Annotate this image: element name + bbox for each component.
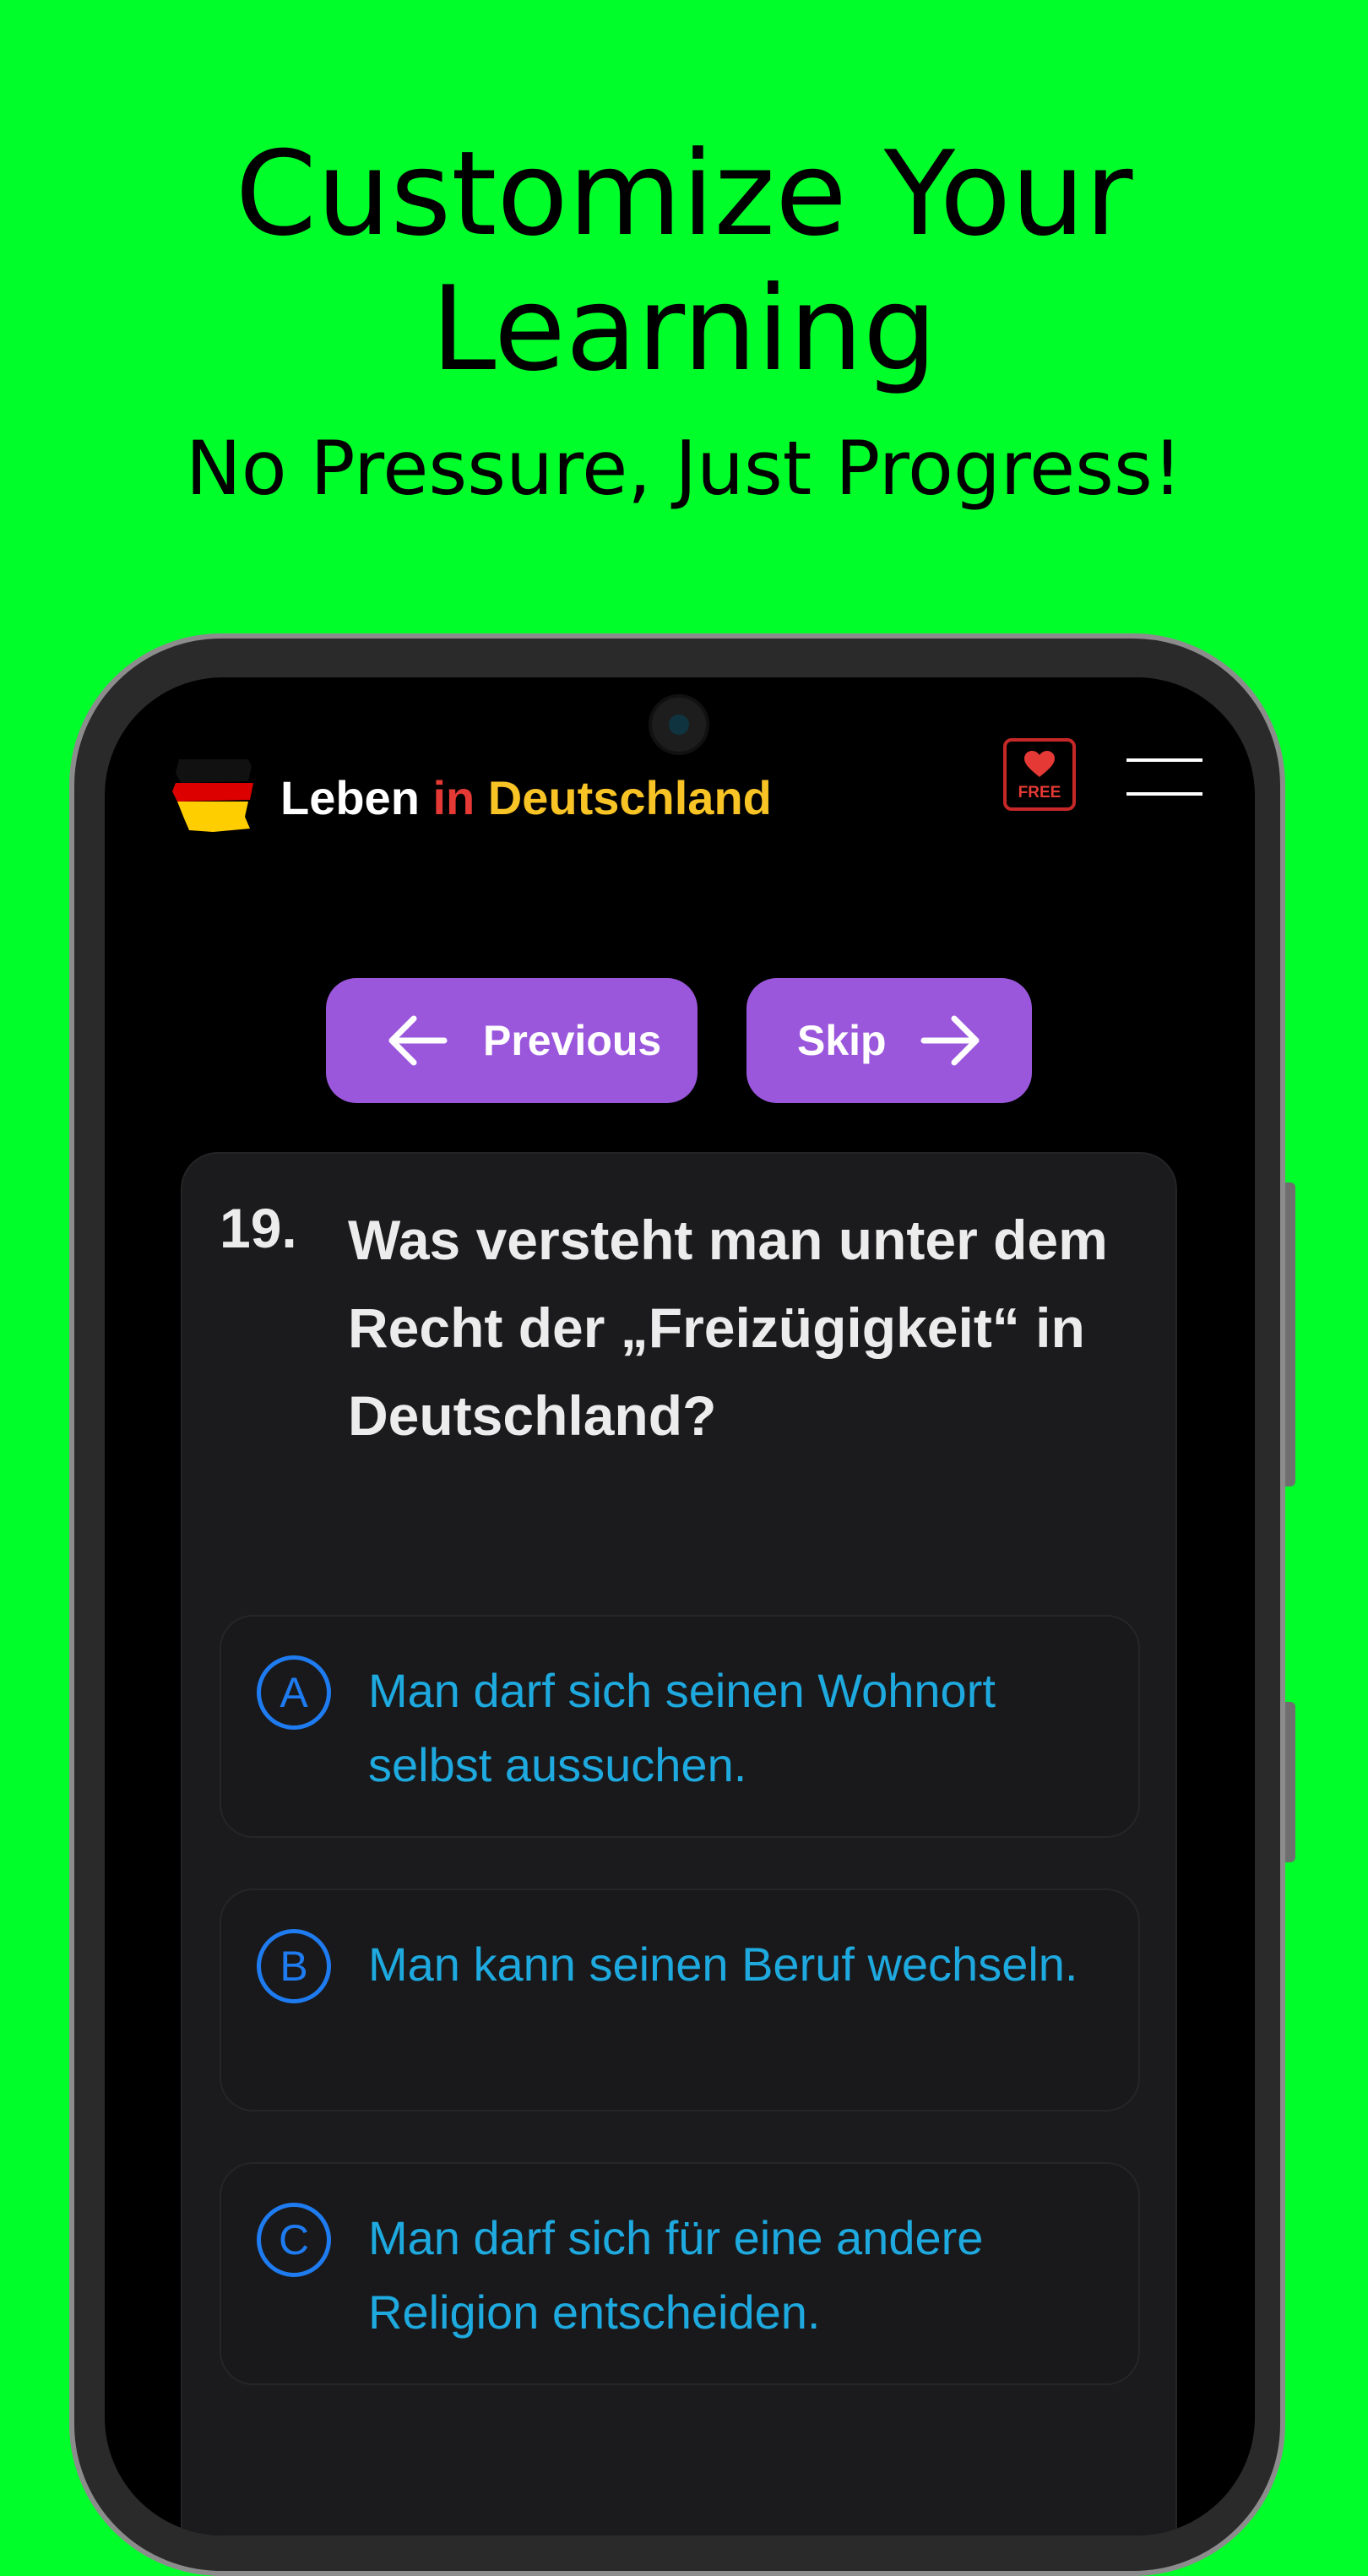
question-card: 19. Was versteht man unter dem Recht der… bbox=[181, 1152, 1177, 2535]
promo-title: Customize Your Learning bbox=[0, 127, 1368, 397]
phone-side-button bbox=[1285, 1702, 1295, 1862]
answer-text: Man darf sich seinen Wohnort selbst auss… bbox=[368, 1664, 996, 1791]
arrow-right-icon bbox=[920, 1015, 980, 1066]
free-badge-button[interactable]: FREE bbox=[1003, 738, 1076, 811]
previous-button-label: Previous bbox=[483, 1017, 662, 1064]
answer-letter-badge: C bbox=[257, 2203, 331, 2277]
app-title: Leben in Deutschland bbox=[280, 770, 772, 825]
skip-button-label: Skip bbox=[797, 1017, 887, 1064]
heart-icon bbox=[1024, 751, 1055, 777]
answer-letter-badge: A bbox=[257, 1655, 331, 1730]
answer-option-b[interactable]: B Man kann seinen Beruf wechseln. bbox=[220, 1889, 1140, 2111]
promo-title-line-2: Learning bbox=[431, 261, 937, 397]
answer-option-a[interactable]: A Man darf sich seinen Wohnort selbst au… bbox=[220, 1615, 1140, 1838]
germany-flag-icon bbox=[172, 759, 253, 832]
phone-side-button bbox=[1285, 1182, 1295, 1486]
answer-text: Man kann seinen Beruf wechseln. bbox=[368, 1937, 1078, 1991]
question-number: 19. bbox=[220, 1197, 297, 1259]
arrow-left-icon bbox=[388, 1015, 448, 1066]
answer-letter-badge: B bbox=[257, 1929, 331, 2003]
menu-icon[interactable] bbox=[1126, 758, 1202, 796]
promo-subtitle: No Pressure, Just Progress! bbox=[185, 425, 1183, 512]
app-title-part-1: Leben bbox=[280, 771, 433, 824]
front-camera-icon bbox=[649, 694, 709, 755]
free-badge-label: FREE bbox=[1018, 784, 1061, 802]
skip-button[interactable]: Skip bbox=[746, 978, 1032, 1103]
app-title-part-2: in bbox=[432, 771, 488, 824]
promo-title-line-1: Customize Your bbox=[235, 126, 1133, 262]
answer-text: Man darf sich für eine andere Religion e… bbox=[368, 2211, 984, 2339]
previous-button[interactable]: Previous bbox=[326, 978, 698, 1103]
question-text: Was versteht man unter dem Recht der „Fr… bbox=[348, 1209, 1108, 1447]
app-title-part-3: Deutschland bbox=[487, 771, 772, 824]
phone-screen: Leben in Deutschland FREE Previous Skip … bbox=[105, 677, 1255, 2535]
answer-option-c[interactable]: C Man darf sich für eine andere Religion… bbox=[220, 2162, 1140, 2385]
